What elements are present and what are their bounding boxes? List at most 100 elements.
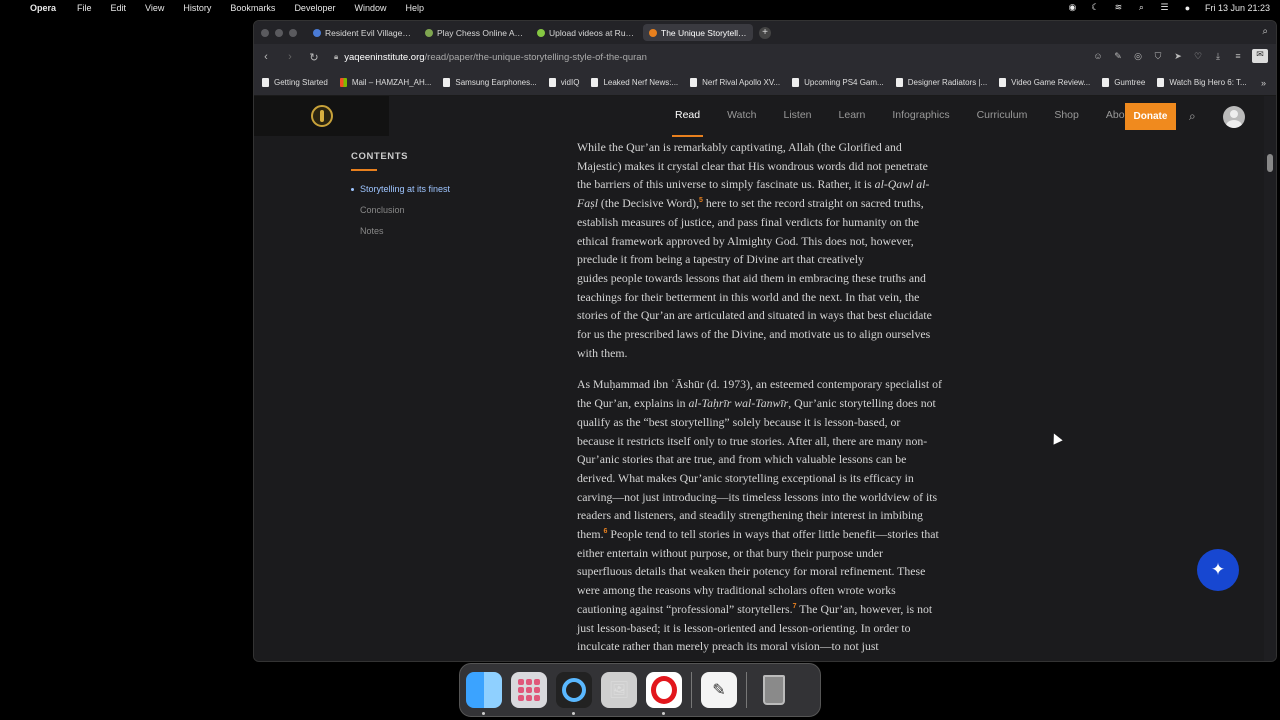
- menu-bookmarks[interactable]: Bookmarks: [230, 3, 275, 13]
- wifi-icon[interactable]: ≋: [1113, 2, 1124, 13]
- close-window-button[interactable]: [261, 28, 269, 37]
- bookmark-item[interactable]: Watch Big Hero 6: T...: [1157, 78, 1247, 87]
- toc-item-storytelling[interactable]: Storytelling at its finest: [351, 184, 501, 194]
- dock-finder-icon[interactable]: [466, 672, 502, 715]
- text-line: Qur’anic stories that are true, and from…: [577, 452, 907, 467]
- text-line: were among the reasons why traditional s…: [577, 583, 896, 598]
- italic-term: al-Qawl al-: [874, 177, 930, 192]
- article-paragraph: As Muḥammad ibn ʿĀshūr (d. 1973), an est…: [577, 375, 989, 656]
- dock-preview-icon[interactable]: 🖼︎: [601, 672, 637, 708]
- vpn-icon[interactable]: ☺: [1092, 51, 1104, 61]
- dock-trash-icon[interactable]: [756, 672, 792, 708]
- menu-clock[interactable]: Fri 13 Jun 21:23: [1205, 3, 1270, 13]
- spotlight-search-icon[interactable]: ⌕: [1136, 2, 1147, 13]
- page-scrollbar[interactable]: [1264, 96, 1276, 661]
- extension-icon[interactable]: ✉: [1252, 49, 1268, 63]
- text-line: superfluous details that weaken their po…: [577, 564, 926, 579]
- tab-resident-evil[interactable]: Resident Evil Village - H: [307, 24, 417, 41]
- bookmarks-overflow-icon[interactable]: »: [1261, 78, 1266, 88]
- nav-listen[interactable]: Listen: [783, 109, 811, 121]
- new-tab-button[interactable]: +: [759, 26, 771, 39]
- italic-term: al-Taḥrīr wal-Tanwīr: [688, 396, 789, 411]
- snapshot-icon[interactable]: ◎: [1132, 51, 1144, 62]
- bookmark-item[interactable]: Designer Radiators |...: [895, 78, 987, 87]
- article-body: While the Qur’an is remarkably captivati…: [577, 138, 989, 661]
- nav-shop[interactable]: Shop: [1054, 109, 1079, 121]
- bookmark-item[interactable]: Video Game Review...: [999, 78, 1090, 87]
- easy-setup-icon[interactable]: ≡: [1232, 51, 1244, 61]
- account-avatar-icon[interactable]: [1223, 106, 1245, 128]
- launchpad-grid-icon: [518, 679, 540, 701]
- control-center-icon[interactable]: ☰: [1159, 2, 1170, 13]
- menu-file[interactable]: File: [77, 3, 92, 13]
- bookmark-item[interactable]: Gumtree: [1102, 78, 1145, 87]
- tab-favicon-icon: [313, 28, 321, 37]
- scrollbar-thumb[interactable]: [1267, 154, 1273, 172]
- bookmark-item[interactable]: Samsung Earphones...: [443, 78, 537, 87]
- focus-moon-icon[interactable]: ☾: [1090, 2, 1101, 13]
- tab-unique-storytelling[interactable]: The Unique Storytelling: [643, 24, 753, 41]
- siri-icon[interactable]: ●: [1182, 2, 1193, 13]
- text-line: Faṣl (the Decisive Word),5 here to set t…: [577, 194, 989, 213]
- menu-window[interactable]: Window: [354, 3, 386, 13]
- tab-label: Play Chess Online Again: [437, 27, 523, 38]
- article-paragraph: While the Qur’an is remarkably captivati…: [577, 138, 989, 362]
- menu-help[interactable]: Help: [405, 3, 424, 13]
- nav-curriculum[interactable]: Curriculum: [977, 109, 1028, 121]
- menu-developer[interactable]: Developer: [294, 3, 335, 13]
- zoom-window-button[interactable]: [289, 28, 297, 37]
- footnote-link[interactable]: 6: [604, 528, 608, 535]
- bookmark-item[interactable]: vidIQ: [548, 78, 579, 87]
- back-icon[interactable]: ‹: [254, 51, 278, 63]
- forward-icon[interactable]: ›: [278, 51, 302, 63]
- nav-watch[interactable]: Watch: [727, 109, 756, 121]
- url-field[interactable]: 🔒︎ yaqeeninstitute.org /read/paper/the-u…: [334, 52, 647, 63]
- toc-item-notes[interactable]: Notes: [351, 226, 501, 236]
- menu-edit[interactable]: Edit: [111, 3, 127, 13]
- donate-button[interactable]: Donate: [1125, 103, 1176, 130]
- bookmark-item[interactable]: Leaked Nerf News:...: [591, 78, 678, 87]
- dock-opera-icon[interactable]: [646, 672, 682, 715]
- bookmark-item[interactable]: Mail – HAMZAH_AH...: [339, 78, 432, 87]
- bookmark-item[interactable]: Upcoming PS4 Gam...: [792, 78, 884, 87]
- nav-learn[interactable]: Learn: [839, 109, 866, 121]
- bookmark-label: Gumtree: [1114, 78, 1146, 87]
- text-line: teachings for their betterment in this w…: [577, 289, 920, 304]
- tab-search-icon[interactable]: ⌕: [1262, 26, 1268, 37]
- nav-read[interactable]: Read: [671, 109, 704, 137]
- text-line: cautioning against “professional” storyt…: [577, 600, 989, 619]
- site-logo-link[interactable]: [254, 96, 389, 136]
- dock-textedit-icon[interactable]: ✎: [701, 672, 737, 708]
- footnote-link[interactable]: 5: [699, 197, 703, 204]
- menu-history[interactable]: History: [183, 3, 211, 13]
- reload-icon[interactable]: ↻: [302, 51, 326, 64]
- menu-app-name[interactable]: Opera: [30, 3, 56, 13]
- tab-rumble[interactable]: Upload videos at Rumble: [531, 24, 641, 41]
- tab-label: Upload videos at Rumble: [549, 27, 635, 38]
- download-icon[interactable]: ⤓: [1212, 51, 1224, 62]
- edit-icon[interactable]: ✎: [1112, 51, 1124, 62]
- nav-infographics[interactable]: Infographics: [892, 109, 949, 121]
- toc-item-conclusion[interactable]: Conclusion: [351, 205, 501, 215]
- page-icon: [1102, 78, 1110, 87]
- bookmark-item[interactable]: Nerf Rival Apollo XV...: [690, 78, 780, 87]
- dock-launchpad-icon[interactable]: [511, 672, 547, 708]
- tab-chess[interactable]: Play Chess Online Again: [419, 24, 529, 41]
- footnote-link[interactable]: 7: [793, 603, 797, 610]
- page-icon: [591, 78, 599, 87]
- dock-quicktime-icon[interactable]: [556, 672, 592, 715]
- minimize-window-button[interactable]: [275, 28, 283, 37]
- bookmark-item[interactable]: Getting Started: [262, 78, 328, 87]
- mail-icon: [339, 78, 347, 87]
- shield-icon[interactable]: ⛉: [1152, 51, 1164, 62]
- text-segment: , Qur’anic storytelling does not: [788, 396, 936, 411]
- bookmark-label: Getting Started: [274, 78, 328, 87]
- bookmark-label: Mail – HAMZAH_AH...: [351, 78, 432, 87]
- send-icon[interactable]: ➤: [1172, 51, 1184, 62]
- record-icon[interactable]: ◉: [1067, 2, 1078, 13]
- heart-icon[interactable]: ♡: [1192, 51, 1204, 62]
- ai-assistant-button[interactable]: ✦: [1197, 549, 1239, 591]
- site-search-icon[interactable]: ⌕: [1189, 109, 1196, 124]
- text-line: Majestic) makes it crystal clear that Hi…: [577, 158, 928, 173]
- menu-view[interactable]: View: [145, 3, 164, 13]
